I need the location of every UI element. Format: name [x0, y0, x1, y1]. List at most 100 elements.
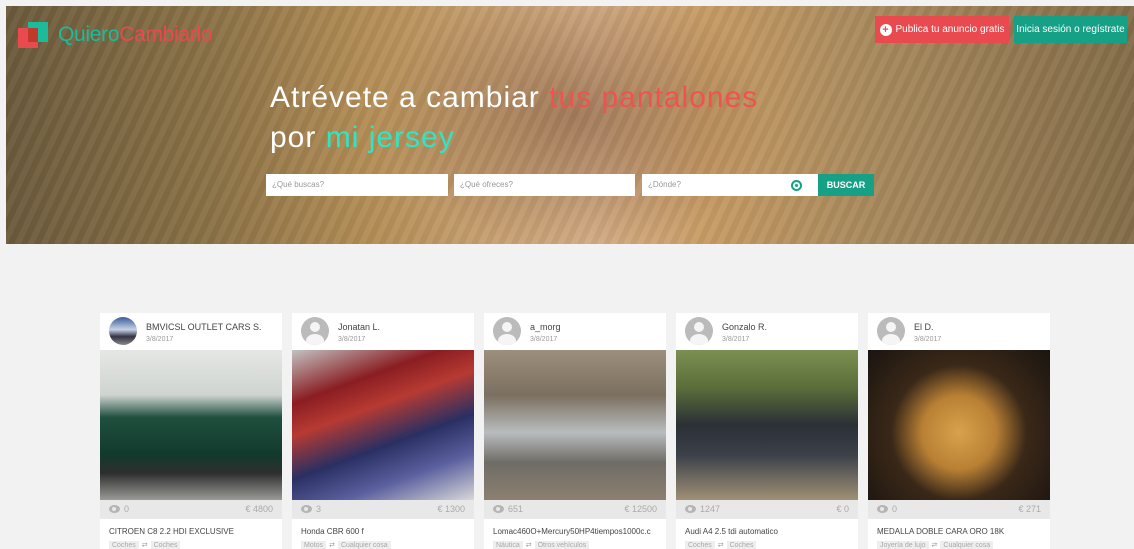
card-header: Jonatan L. 3/8/2017	[292, 313, 474, 350]
tag-offered[interactable]: Coches	[109, 541, 139, 549]
logo-mark-icon	[18, 20, 52, 50]
listing-card[interactable]: a_morg 3/8/2017 651 € 12500 Lomac460O+Me…	[484, 313, 666, 549]
headline-line2-highlight: mi jersey	[325, 121, 455, 154]
logo-text-part2: Cambiarlo	[119, 23, 213, 46]
price: € 271	[1018, 504, 1041, 514]
card-header: BMVICSL OUTLET CARS S. 3/8/2017	[100, 313, 282, 350]
listing-image[interactable]	[868, 350, 1050, 500]
headline-line2: por mi jersey	[270, 118, 758, 158]
plus-circle-icon: +	[879, 23, 892, 36]
tag-offered[interactable]: Joyería de lujo	[877, 541, 929, 549]
view-count: 1247	[700, 504, 721, 514]
headline-line1-prefix: Atrévete a cambiar	[270, 81, 550, 114]
tag-offered[interactable]: Motos	[301, 541, 327, 549]
headline-line1-highlight: tus pantalones	[549, 81, 759, 114]
card-header: Gonzalo R. 3/8/2017	[676, 313, 858, 350]
card-stats: 1247 € 0	[676, 500, 858, 519]
view-count: 0	[124, 504, 130, 514]
headline-line2-prefix: por	[270, 121, 326, 154]
hero-headline: Atrévete a cambiar tus pantalones por mi…	[270, 78, 758, 158]
tag-wanted[interactable]: Cualquier cosa	[337, 541, 391, 549]
logo[interactable]: QuieroCambiarlo	[18, 20, 213, 50]
post-date: 3/8/2017	[146, 336, 174, 343]
listing-image[interactable]	[100, 350, 282, 500]
publish-ad-label: Publica tu anuncio gratis	[895, 24, 1005, 35]
view-count: 0	[892, 504, 898, 514]
price: € 4800	[245, 504, 273, 514]
card-stats: 0 € 4800	[100, 500, 282, 519]
listing-title[interactable]: Audi A4 2.5 tdi automatico	[685, 527, 851, 536]
avatar[interactable]	[493, 317, 521, 345]
price: € 12500	[624, 504, 657, 514]
card-header: El D. 3/8/2017	[868, 313, 1050, 350]
card-stats: 0 € 271	[868, 500, 1050, 519]
listing-tags: Joyería de lujo ⇄ Cualquier cosa	[877, 541, 994, 549]
user-name[interactable]: Gonzalo R.	[722, 322, 767, 332]
login-button[interactable]: Inicia sesión o regístrate	[1014, 16, 1127, 43]
user-name[interactable]: El D.	[914, 322, 934, 332]
search-button-label: BUSCAR	[826, 180, 866, 190]
tag-offered[interactable]: Coches	[685, 541, 715, 549]
post-date: 3/8/2017	[914, 336, 942, 343]
offer-search-input[interactable]: ¿Qué ofreces?	[454, 174, 635, 196]
card-header: a_morg 3/8/2017	[484, 313, 666, 350]
geolocate-icon[interactable]	[791, 180, 802, 191]
listing-tags: Motos ⇄ Cualquier cosa	[301, 541, 391, 549]
post-date: 3/8/2017	[338, 336, 366, 343]
avatar[interactable]	[109, 317, 137, 345]
listing-card[interactable]: El D. 3/8/2017 0 € 271 MEDALLA DOBLE CAR…	[868, 313, 1050, 549]
listing-tags: Coches ⇄ Coches	[109, 541, 181, 549]
listing-image[interactable]	[484, 350, 666, 500]
listing-image[interactable]	[292, 350, 474, 500]
card-stats: 651 € 12500	[484, 500, 666, 519]
logo-text: QuieroCambiarlo	[58, 23, 213, 47]
eye-icon	[685, 505, 696, 513]
swap-arrows-icon: ⇄	[141, 542, 148, 549]
user-name[interactable]: Jonatan L.	[338, 322, 380, 332]
post-date: 3/8/2017	[722, 336, 750, 343]
avatar[interactable]	[877, 317, 905, 345]
listing-title[interactable]: CITROEN C8 2.2 HDI EXCLUSIVE	[109, 527, 275, 536]
price: € 0	[836, 504, 849, 514]
user-name[interactable]: a_morg	[530, 322, 561, 332]
location-search-placeholder: ¿Dónde?	[648, 180, 681, 189]
price: € 1300	[437, 504, 465, 514]
avatar[interactable]	[301, 317, 329, 345]
hero-banner: QuieroCambiarlo + Publica tu anuncio gra…	[6, 6, 1134, 244]
swap-arrows-icon: ⇄	[931, 542, 938, 549]
user-name[interactable]: BMVICSL OUTLET CARS S.	[146, 322, 262, 332]
tag-wanted[interactable]: Cualquier cosa	[940, 541, 994, 549]
tag-wanted[interactable]: Coches	[726, 541, 757, 549]
eye-icon	[301, 505, 312, 513]
listing-title[interactable]: Honda CBR 600 f	[301, 527, 467, 536]
listing-title[interactable]: MEDALLA DOBLE CARA ORO 18K	[877, 527, 1043, 536]
tag-wanted[interactable]: Coches	[150, 541, 181, 549]
listing-card[interactable]: Jonatan L. 3/8/2017 3 € 1300 Honda CBR 6…	[292, 313, 474, 549]
search-button[interactable]: BUSCAR	[818, 174, 874, 196]
listing-card[interactable]: Gonzalo R. 3/8/2017 1247 € 0 Audi A4 2.5…	[676, 313, 858, 549]
listings-grid: BMVICSL OUTLET CARS S. 3/8/2017 0 € 4800…	[100, 313, 1050, 549]
swap-arrows-icon: ⇄	[329, 542, 335, 549]
tag-wanted[interactable]: Otros vehículos	[534, 541, 590, 549]
what-search-input[interactable]: ¿Qué buscas?	[266, 174, 448, 196]
publish-ad-button[interactable]: + Publica tu anuncio gratis	[875, 16, 1009, 43]
logo-text-part1: Quiero	[58, 23, 120, 46]
view-count: 3	[316, 504, 322, 514]
swap-arrows-icon: ⇄	[525, 542, 532, 549]
view-count: 651	[508, 504, 524, 514]
listing-card[interactable]: BMVICSL OUTLET CARS S. 3/8/2017 0 € 4800…	[100, 313, 282, 549]
what-search-placeholder: ¿Qué buscas?	[272, 180, 325, 189]
listing-image[interactable]	[676, 350, 858, 500]
listing-tags: Coches ⇄ Coches	[685, 541, 757, 549]
eye-icon	[877, 505, 888, 513]
post-date: 3/8/2017	[530, 336, 558, 343]
avatar[interactable]	[685, 317, 713, 345]
tag-offered[interactable]: Náutica	[493, 541, 523, 549]
swap-arrows-icon: ⇄	[717, 542, 724, 549]
login-label: Inicia sesión o regístrate	[1016, 24, 1125, 35]
listing-tags: Náutica ⇄ Otros vehículos	[493, 541, 590, 549]
headline-line1: Atrévete a cambiar tus pantalones	[270, 78, 758, 118]
listing-title[interactable]: Lomac460O+Mercury50HP4tiempos1000c.c	[493, 527, 659, 536]
eye-icon	[109, 505, 120, 513]
card-stats: 3 € 1300	[292, 500, 474, 519]
